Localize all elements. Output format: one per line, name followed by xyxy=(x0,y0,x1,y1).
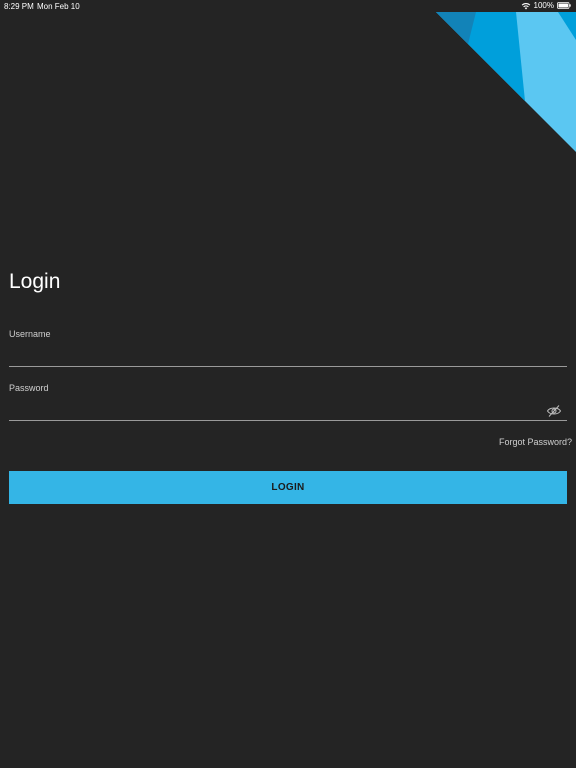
password-input[interactable] xyxy=(9,401,567,421)
status-date: Mon Feb 10 xyxy=(37,2,80,11)
password-label: Password xyxy=(9,383,49,393)
username-label: Username xyxy=(9,329,51,339)
eye-slash-icon[interactable] xyxy=(546,404,562,418)
battery-percentage: 100% xyxy=(533,1,554,10)
login-button[interactable]: LOGIN xyxy=(9,471,567,504)
corner-decoration xyxy=(436,12,576,152)
status-indicators: 100% xyxy=(521,1,571,10)
battery-icon xyxy=(557,2,571,9)
forgot-password-link[interactable]: Forgot Password? xyxy=(499,437,572,447)
status-bar: 8:29 PM Mon Feb 10 100% xyxy=(0,0,576,12)
status-time: 8:29 PM xyxy=(4,2,34,11)
page-title: Login xyxy=(9,270,61,293)
wifi-icon xyxy=(521,2,531,10)
username-input[interactable] xyxy=(9,347,567,367)
